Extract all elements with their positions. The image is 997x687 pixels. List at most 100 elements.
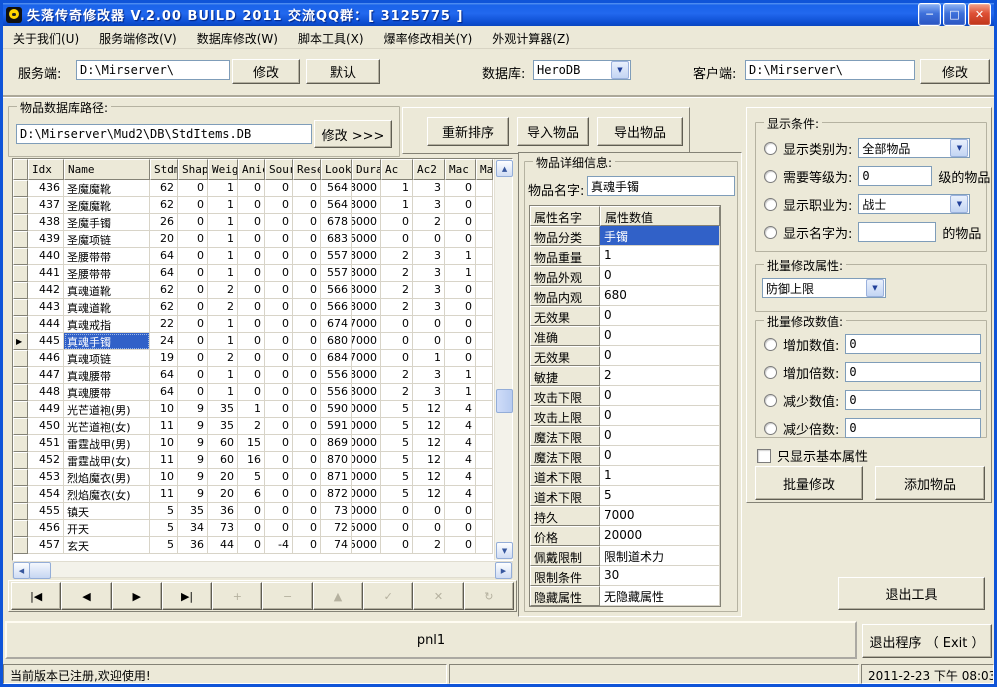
- table-cell[interactable]: 0: [445, 299, 476, 316]
- table-cell[interactable]: 0: [265, 503, 293, 520]
- table-row[interactable]: 457玄天536440-407425000020: [13, 537, 494, 554]
- table-cell[interactable]: 44: [208, 537, 238, 554]
- row-indicator[interactable]: [13, 537, 28, 554]
- table-cell[interactable]: 0: [381, 503, 413, 520]
- table-cell[interactable]: 0: [238, 265, 265, 282]
- chevron-down-icon[interactable]: ▼: [950, 195, 968, 213]
- menu-item-5[interactable]: 爆率修改相关(Y): [374, 26, 483, 50]
- row-indicator[interactable]: [13, 384, 28, 401]
- chevron-down-icon[interactable]: ▼: [950, 139, 968, 157]
- row-indicator[interactable]: [13, 265, 28, 282]
- row-indicator[interactable]: [13, 435, 28, 452]
- table-cell[interactable]: 0: [265, 333, 293, 350]
- table-cell[interactable]: 2: [208, 299, 238, 316]
- table-cell[interactable]: 雷霆战甲(男): [64, 435, 150, 452]
- table-cell[interactable]: 0: [381, 350, 413, 367]
- prop-value-cell[interactable]: 5: [600, 486, 720, 506]
- filter-select-1[interactable]: 全部物品▼: [858, 138, 970, 158]
- table-cell[interactable]: 0: [293, 214, 321, 231]
- filter-input-4[interactable]: [858, 222, 936, 242]
- batch-radio-3[interactable]: [764, 394, 777, 407]
- table-cell[interactable]: 9: [178, 469, 208, 486]
- server-path-input[interactable]: [76, 60, 230, 80]
- table-row[interactable]: 446真魂项链19020006847000010: [13, 350, 494, 367]
- table-cell[interactable]: 50000: [352, 418, 381, 435]
- prop-value-cell[interactable]: 0: [600, 406, 720, 426]
- table-cell[interactable]: [476, 282, 493, 299]
- row-indicator[interactable]: [13, 231, 28, 248]
- table-cell[interactable]: [476, 316, 493, 333]
- table-cell[interactable]: 452: [28, 452, 64, 469]
- row-indicator[interactable]: [13, 401, 28, 418]
- table-cell[interactable]: 0: [413, 503, 445, 520]
- basic-only-checkbox[interactable]: [757, 449, 771, 463]
- table-cell[interactable]: 6000: [352, 214, 381, 231]
- prop-value-cell[interactable]: 1: [600, 246, 720, 266]
- batch-radio-2[interactable]: [764, 366, 777, 379]
- table-cell[interactable]: 0: [178, 367, 208, 384]
- minimize-button[interactable]: ─: [918, 3, 941, 26]
- table-cell[interactable]: 1: [381, 180, 413, 197]
- row-indicator[interactable]: [13, 350, 28, 367]
- table-cell[interactable]: 0: [293, 520, 321, 537]
- table-cell[interactable]: 0: [445, 214, 476, 231]
- table-cell[interactable]: 1: [413, 350, 445, 367]
- table-cell[interactable]: 556: [321, 367, 352, 384]
- table-cell[interactable]: 62: [150, 197, 178, 214]
- column-header-looks[interactable]: Looks: [321, 159, 352, 180]
- table-cell[interactable]: 1: [208, 367, 238, 384]
- table-cell[interactable]: 4: [445, 435, 476, 452]
- table-cell[interactable]: 3: [413, 248, 445, 265]
- table-cell[interactable]: 0: [238, 282, 265, 299]
- table-cell[interactable]: 0: [293, 435, 321, 452]
- table-cell[interactable]: 2: [208, 350, 238, 367]
- table-cell[interactable]: [476, 537, 493, 554]
- filter-select-3[interactable]: 战士▼: [858, 194, 970, 214]
- table-cell[interactable]: 8000: [352, 180, 381, 197]
- column-header-stdmo[interactable]: Stdmo: [150, 159, 178, 180]
- table-cell[interactable]: 7000: [352, 350, 381, 367]
- table-cell[interactable]: 10: [150, 435, 178, 452]
- table-cell[interactable]: 0: [178, 350, 208, 367]
- table-cell[interactable]: 1: [381, 197, 413, 214]
- scroll-thumb[interactable]: [496, 389, 513, 413]
- table-cell[interactable]: 8000: [352, 265, 381, 282]
- table-cell[interactable]: 590: [321, 401, 352, 418]
- table-cell[interactable]: [476, 435, 493, 452]
- table-cell[interactable]: 真魂道靴: [64, 299, 150, 316]
- table-cell[interactable]: 440: [28, 248, 64, 265]
- table-cell[interactable]: 591: [321, 418, 352, 435]
- table-cell[interactable]: 0: [293, 180, 321, 197]
- chevron-down-icon[interactable]: ▼: [866, 279, 884, 297]
- table-cell[interactable]: 11: [150, 486, 178, 503]
- table-cell[interactable]: 4: [445, 452, 476, 469]
- table-cell[interactable]: 12: [413, 401, 445, 418]
- table-cell[interactable]: 8000: [352, 248, 381, 265]
- table-cell[interactable]: [476, 452, 493, 469]
- table-cell[interactable]: [476, 486, 493, 503]
- table-cell[interactable]: 22: [150, 316, 178, 333]
- table-cell[interactable]: [476, 350, 493, 367]
- column-header-weigh[interactable]: Weigh: [208, 159, 238, 180]
- prop-row[interactable]: 价格20000: [530, 526, 720, 546]
- table-cell[interactable]: 雷霆战甲(女): [64, 452, 150, 469]
- table-row[interactable]: 450光芒道袍(女)11935200591500005124: [13, 418, 494, 435]
- table-cell[interactable]: 0: [265, 197, 293, 214]
- scroll-down-icon[interactable]: ▼: [496, 542, 513, 559]
- table-cell[interactable]: 680: [321, 333, 352, 350]
- column-header-mac[interactable]: Mac: [445, 159, 476, 180]
- table-cell[interactable]: 25000: [352, 537, 381, 554]
- table-cell[interactable]: [476, 180, 493, 197]
- table-cell[interactable]: 2: [208, 282, 238, 299]
- table-cell[interactable]: 0: [293, 452, 321, 469]
- table-cell[interactable]: 8000: [352, 282, 381, 299]
- table-cell[interactable]: 454: [28, 486, 64, 503]
- prop-row[interactable]: 物品内观680: [530, 286, 720, 306]
- prop-value-cell[interactable]: 无隐藏属性: [600, 586, 720, 606]
- table-cell[interactable]: 圣腰带带: [64, 265, 150, 282]
- filter-radio-2[interactable]: [764, 170, 777, 183]
- table-cell[interactable]: 0: [381, 520, 413, 537]
- batch-input-2[interactable]: [845, 362, 981, 382]
- menu-item-1[interactable]: 关于我们(U): [3, 26, 89, 50]
- table-cell[interactable]: 678: [321, 214, 352, 231]
